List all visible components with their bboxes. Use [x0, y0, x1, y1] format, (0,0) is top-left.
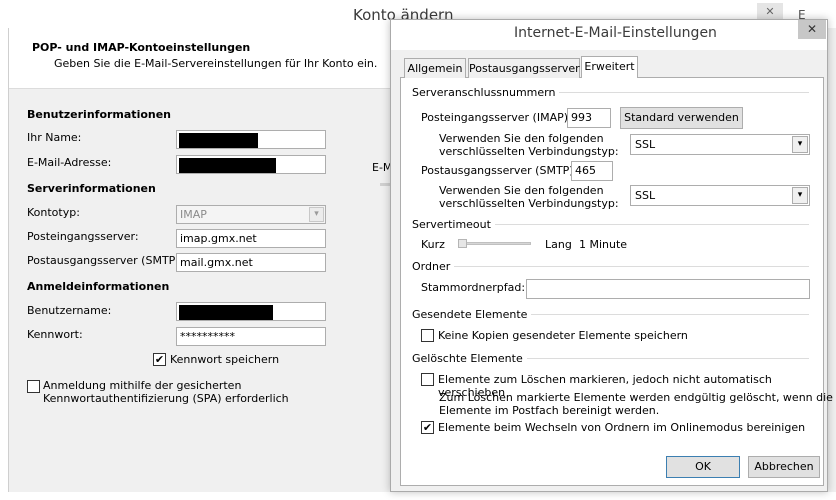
folder-group-title: Ordner	[412, 260, 455, 273]
incoming-server-label: Posteingangsserver:	[27, 230, 139, 243]
spa-label-line2: Kennwortauthentifizierung (SPA) erforder…	[43, 392, 289, 405]
account-type-select: IMAP ▾	[176, 205, 326, 224]
account-settings-heading: POP- und IMAP-Kontoeinstellungen	[32, 41, 251, 54]
checkmark-icon: ✔	[422, 421, 433, 434]
imap-encryption-label-line1: Verwenden Sie den folgenden	[439, 132, 604, 145]
your-name-label: Ihr Name:	[27, 131, 82, 144]
email-address-label: E-Mail-Adresse:	[27, 156, 112, 169]
purge-on-switch-label: Elemente beim Wechseln von Ordnern im On…	[438, 421, 806, 434]
account-change-close-button[interactable]: ✕	[757, 3, 783, 20]
username-field[interactable]	[176, 302, 326, 321]
redacted-block	[179, 133, 258, 148]
password-field[interactable]: **********	[176, 327, 326, 346]
chevron-down-icon: ▾	[309, 207, 324, 222]
use-default-button[interactable]: Standard verwenden	[620, 107, 743, 129]
redacted-block	[179, 305, 273, 320]
outgoing-server-field[interactable]: mail.gmx.net	[176, 253, 326, 272]
imap-port-field[interactable]: 993	[567, 108, 611, 128]
chevron-down-icon: ▾	[792, 187, 808, 204]
spa-label-line1: Anmeldung mithilfe der gesicherten	[43, 379, 242, 392]
account-settings-subheading: Geben Sie die E-Mail-Servereinstellungen…	[54, 57, 378, 70]
imap-encryption-select[interactable]: SSL ▾	[630, 134, 810, 155]
outgoing-server-label: Postausgangsserver (SMTP):	[27, 254, 184, 267]
deletion-note-line1: Zum Löschen markierte Elemente werden en…	[439, 391, 833, 404]
timeout-short-label: Kurz	[421, 238, 445, 251]
username-label: Benutzername:	[27, 304, 112, 317]
imap-encryption-value: SSL	[635, 138, 656, 151]
tab-general[interactable]: Allgemein	[404, 58, 466, 78]
dialog-close-button[interactable]: ✕	[798, 20, 826, 39]
timeout-long-label: Lang	[545, 238, 572, 251]
smtp-port-label: Postausgangsserver (SMTP):	[421, 164, 578, 177]
no-sent-copies-checkbox[interactable]	[421, 329, 434, 342]
group-divider	[412, 266, 809, 267]
ok-button[interactable]: OK	[666, 456, 740, 478]
checkmark-icon: ✔	[154, 353, 165, 366]
user-info-section-title: Benutzerinformationen	[27, 108, 172, 121]
password-label: Kennwort:	[27, 328, 83, 341]
smtp-encryption-label-line2: verschlüsselten Verbindungstyp:	[439, 197, 619, 210]
dialog-title: Internet-E-Mail-Einstellungen	[514, 25, 717, 41]
cancel-button[interactable]: Abbrechen	[748, 456, 820, 478]
spa-checkbox[interactable]	[27, 380, 40, 393]
account-type-label: Kontotyp:	[27, 206, 80, 219]
timeout-slider-thumb[interactable]	[458, 239, 467, 248]
deletion-note-line2: Elemente im Postfach bereinigt werden.	[439, 404, 660, 417]
root-folder-path-field[interactable]	[526, 279, 810, 299]
account-type-value: IMAP	[180, 208, 207, 221]
sent-items-group-title: Gesendete Elemente	[412, 308, 532, 321]
redacted-block	[179, 158, 276, 173]
server-info-section-title: Serverinformationen	[27, 182, 156, 195]
imap-encryption-label-line2: verschlüsselten Verbindungstyp:	[439, 145, 619, 158]
background-partial-slider	[380, 183, 390, 186]
remember-password-label: Kennwort speichern	[170, 353, 280, 366]
root-folder-path-label: Stammordnerpfad:	[421, 281, 526, 294]
timeout-value: 1 Minute	[579, 238, 628, 251]
your-name-field[interactable]	[176, 130, 326, 149]
no-sent-copies-label: Keine Kopien gesendeter Elemente speiche…	[438, 329, 688, 342]
server-ports-group-title: Serveranschlussnummern	[412, 86, 560, 99]
smtp-port-field[interactable]: 465	[571, 161, 613, 181]
mark-for-deletion-checkbox[interactable]	[421, 373, 434, 386]
smtp-encryption-value: SSL	[635, 189, 656, 202]
chevron-down-icon: ▾	[792, 136, 808, 153]
email-address-field[interactable]	[176, 155, 326, 174]
timeout-group-title: Servertimeout	[412, 218, 495, 231]
imap-port-label: Posteingangsserver (IMAP):	[421, 111, 572, 124]
smtp-encryption-label-line1: Verwenden Sie den folgenden	[439, 184, 604, 197]
purge-on-switch-checkbox[interactable]: ✔	[421, 421, 434, 434]
login-info-section-title: Anmeldeinformationen	[27, 280, 170, 293]
smtp-encryption-select[interactable]: SSL ▾	[630, 185, 810, 206]
deleted-items-group-title: Gelöschte Elemente	[412, 352, 527, 365]
incoming-server-field[interactable]: imap.gmx.net	[176, 229, 326, 248]
remember-password-checkbox[interactable]: ✔	[153, 353, 166, 366]
timeout-slider[interactable]	[458, 242, 531, 245]
tab-outgoing-server[interactable]: Postausgangsserver	[468, 58, 580, 78]
tab-advanced[interactable]: Erweitert	[581, 56, 638, 78]
